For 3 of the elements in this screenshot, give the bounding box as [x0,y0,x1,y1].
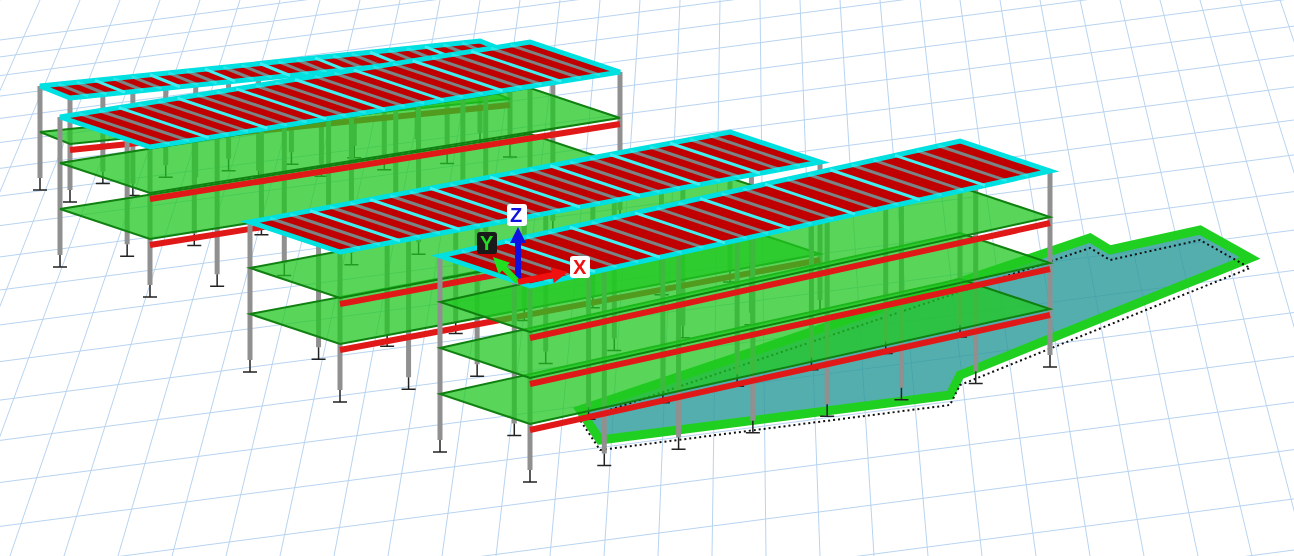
axis-label: X [570,256,590,278]
axis-label: Y [477,232,497,254]
axis-label: Z [507,204,527,226]
